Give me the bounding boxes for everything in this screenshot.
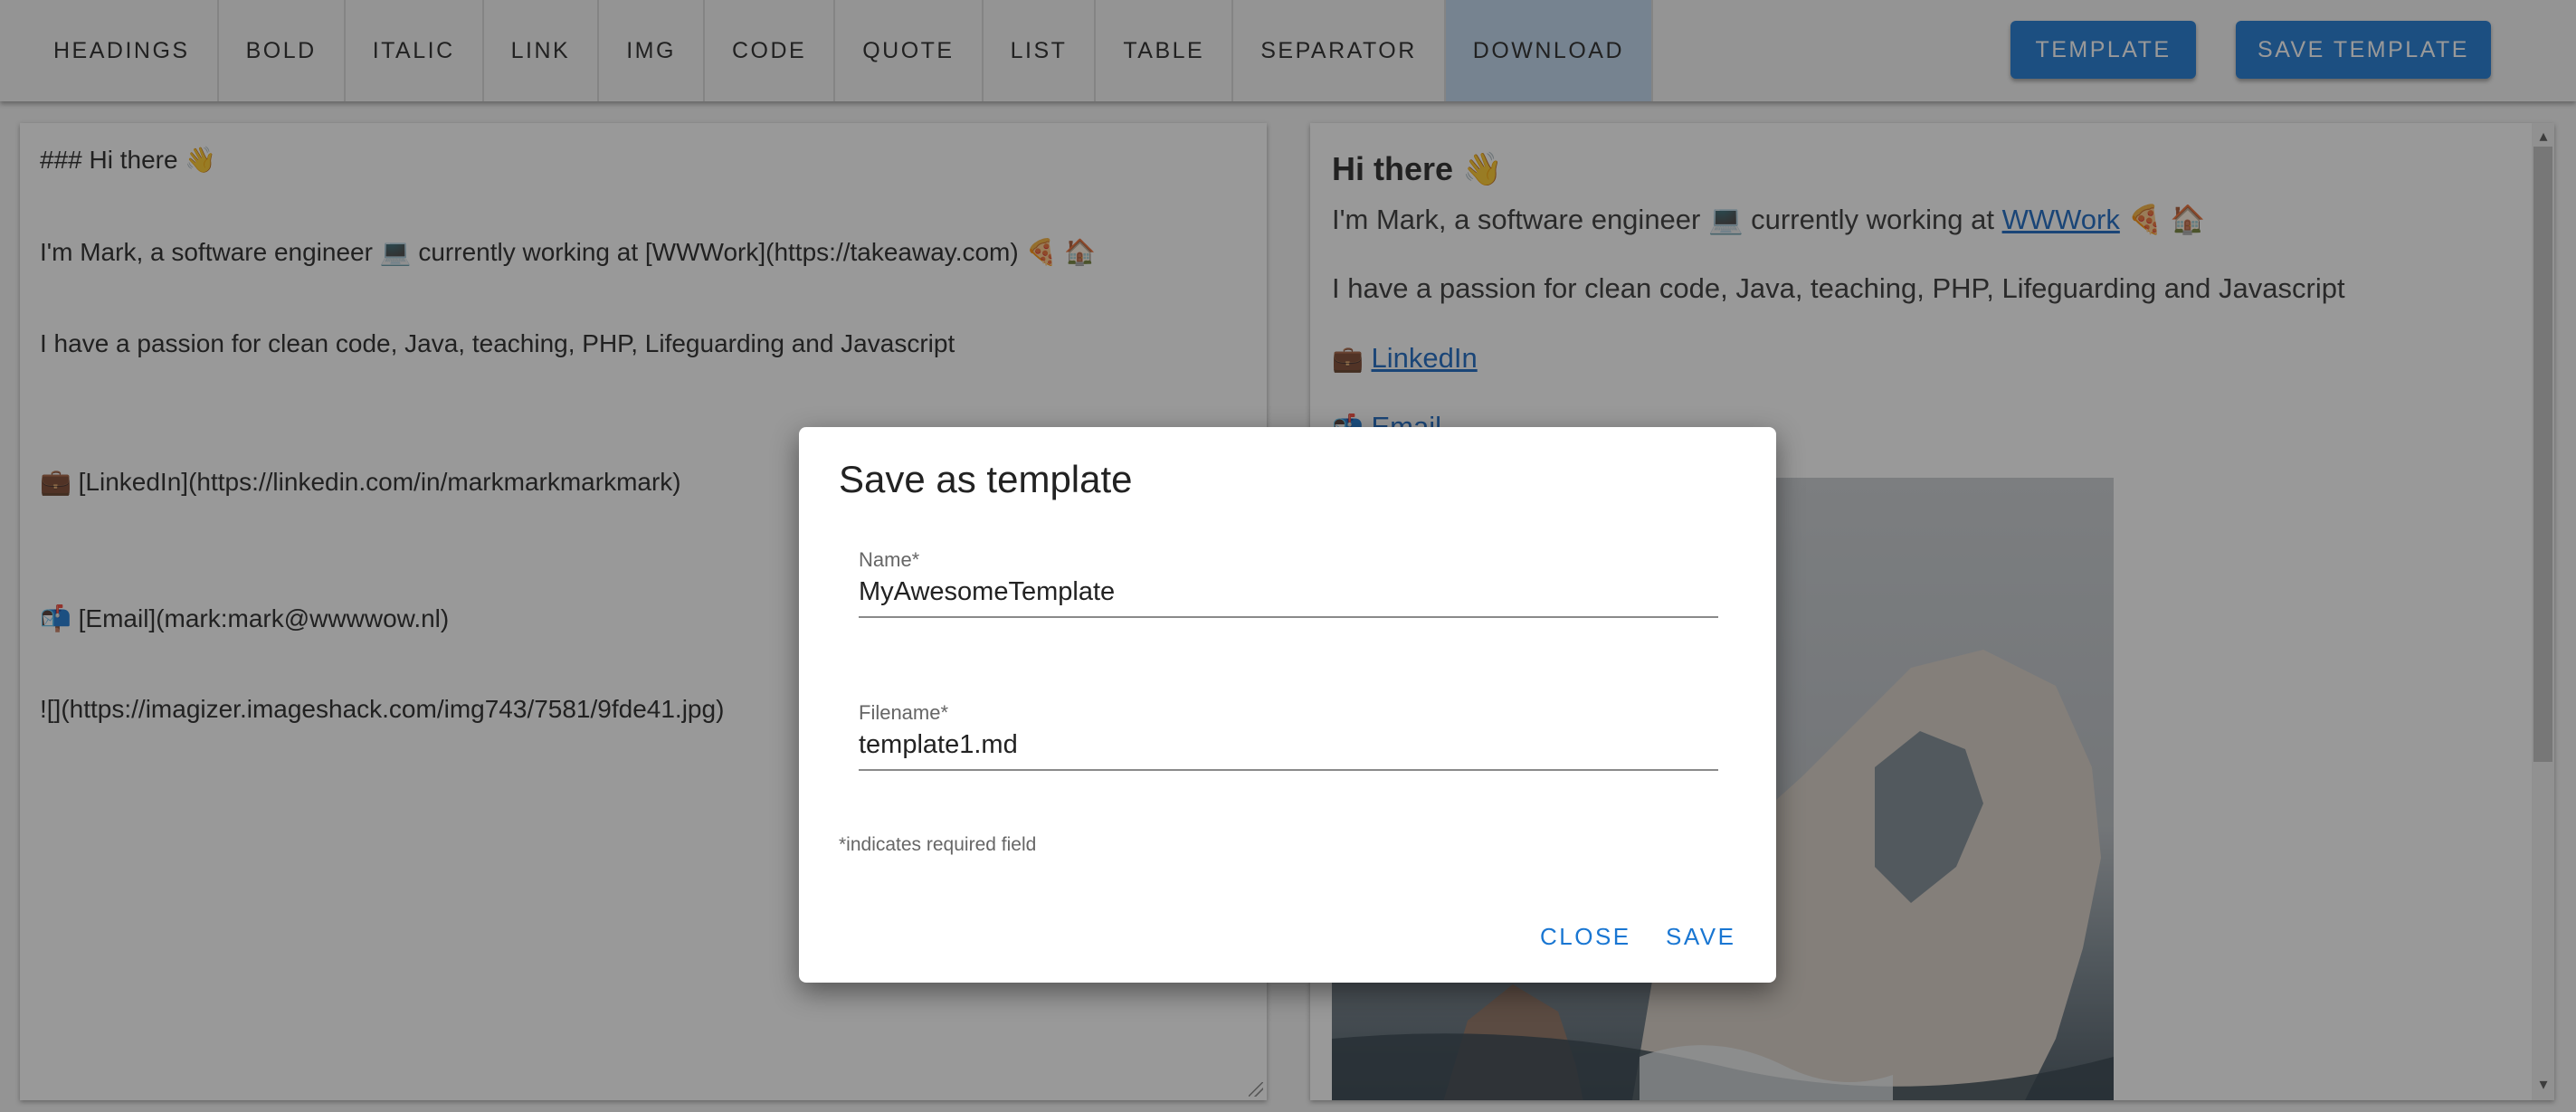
filename-input[interactable]	[859, 725, 1718, 769]
dialog-title: Save as template	[839, 458, 1133, 500]
name-input[interactable]	[859, 572, 1718, 616]
required-field-hint: *indicates required field	[839, 834, 1037, 855]
save-template-dialog: Save as template Name* Filename* *indica…	[799, 427, 1776, 983]
filename-field: Filename*	[859, 701, 1718, 771]
filename-field-label: Filename*	[859, 701, 949, 724]
close-button[interactable]: CLOSE	[1540, 923, 1631, 951]
name-field-label: Name*	[859, 548, 920, 571]
save-button[interactable]: SAVE	[1666, 923, 1735, 951]
name-field: Name*	[859, 548, 1718, 618]
